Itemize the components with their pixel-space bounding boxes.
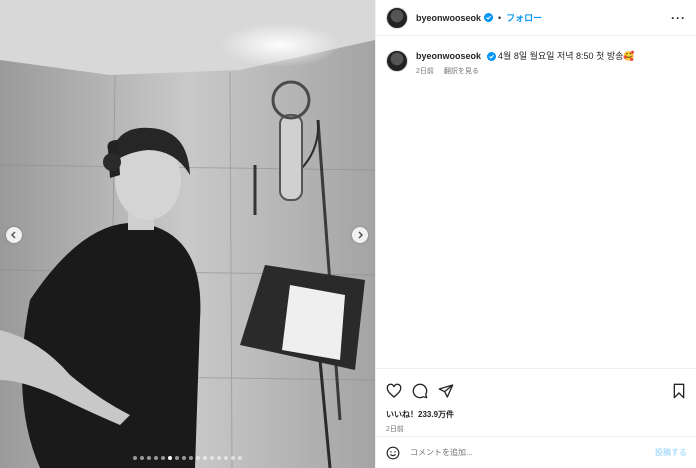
carousel-dot [154,456,158,460]
comment-input[interactable]: コメントを追加... [410,447,655,458]
carousel-dot [231,456,235,460]
carousel-dot [140,456,144,460]
carousel-dot [224,456,228,460]
author-username[interactable]: byeonwooseok [416,13,481,23]
translate-link[interactable]: 翻訳を見る [444,68,479,75]
carousel-dot [133,456,137,460]
bookmark-icon[interactable] [671,383,687,399]
caption-timestamp: 2日前 [416,68,434,75]
post-header: byeonwooseok • フォロー ··· [376,0,696,36]
carousel-dot [203,456,207,460]
carousel-dot [189,456,193,460]
more-options-button[interactable]: ··· [671,11,686,25]
caption-block: byeonwooseok 4월 8일 월요일 저녁 8:50 첫 방송🥰 2日前… [376,36,696,76]
avatar[interactable] [386,6,408,29]
emoji-icon[interactable] [386,446,400,460]
comment-icon[interactable] [412,383,428,399]
like-heart-icon[interactable] [386,383,402,399]
caption-avatar[interactable] [386,50,408,72]
verified-badge-icon [484,13,494,22]
post-comment-button[interactable]: 投稿する [655,447,687,458]
carousel-dot [182,456,186,460]
carousel-prev-button[interactable] [6,227,22,243]
carousel-next-button[interactable] [352,227,368,243]
post-timestamp: 2日前 [386,426,404,433]
carousel-dot [238,456,242,460]
post-photo[interactable] [0,0,375,468]
caption-username[interactable]: byeonwooseok [416,51,481,61]
carousel-dot [210,456,214,460]
comment-bar: コメントを追加... 投稿する [376,436,696,468]
carousel-indicator [0,456,375,460]
share-send-icon[interactable] [438,383,454,399]
carousel-dot [147,456,151,460]
caption-text: 4월 8일 월요일 저녁 8:50 첫 방송🥰 [498,51,635,61]
verified-badge-icon [486,52,496,62]
chevron-right-icon [358,231,364,239]
carousel-dot [168,456,172,460]
photo-image [0,0,375,468]
likes-count[interactable]: いいね！233.9万件 [376,403,696,420]
carousel-dot [196,456,200,460]
follow-button[interactable]: フォロー [506,11,542,24]
carousel-dot [175,456,179,460]
post-actions: いいね！233.9万件 2日前 コメントを追加... 投稿する [376,368,696,468]
carousel-dot [217,456,221,460]
carousel-dot [161,456,165,460]
post-side-panel: byeonwooseok • フォロー ··· byeonwooseok 4월 … [375,0,696,468]
chevron-left-icon [10,231,16,239]
separator-dot: • [498,12,502,23]
